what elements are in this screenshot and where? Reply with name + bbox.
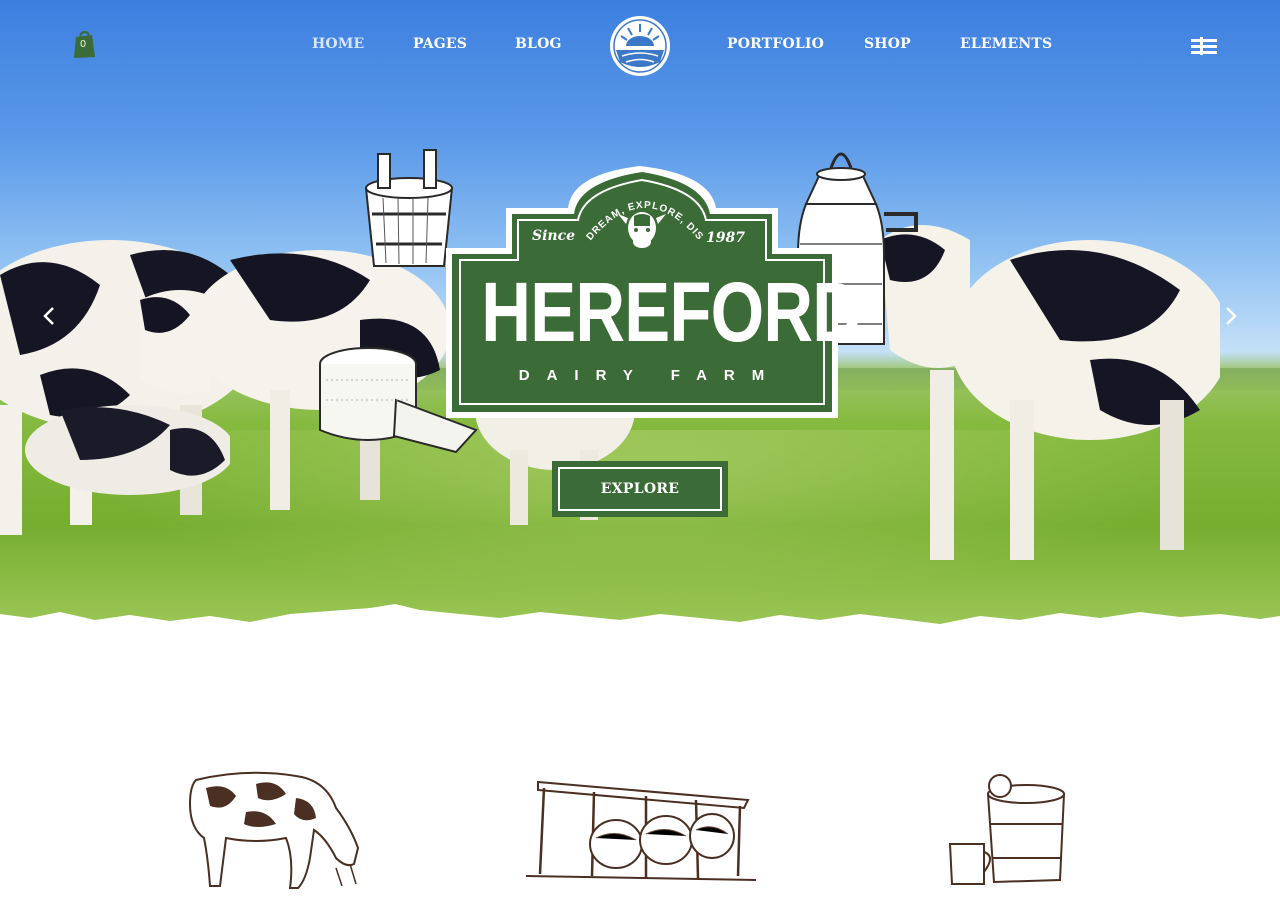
cart-count: 0 (79, 39, 87, 50)
svg-text:DREAM, EXPLORE, DISCOVER: DREAM, EXPLORE, DISCOVER (580, 182, 705, 243)
explore-button-label: EXPLORE (558, 467, 722, 511)
wooden-bucket-sketch (364, 149, 454, 267)
sun-field-logo-icon[interactable] (608, 14, 672, 78)
badge-title: HEREFORD (481, 265, 862, 359)
nav-item-shop[interactable]: SHOP (864, 36, 911, 52)
nav-item-portfolio[interactable]: PORTFOLIO (727, 36, 824, 52)
badge-motto-text: DREAM, EXPLORE, DISCOVER (580, 182, 704, 243)
main-navigation: 0 HOME PAGES BLOG PORTFOLIO SHOP ELEMENT… (0, 0, 1280, 92)
nav-item-elements[interactable]: ELEMENTS (960, 36, 1052, 52)
milk-pail-sketch (948, 774, 1066, 885)
nav-item-blog[interactable]: BLOG (515, 36, 562, 52)
badge-since: Since (532, 228, 576, 244)
shopping-bag-icon[interactable]: 0 (72, 30, 96, 59)
nav-item-pages[interactable]: PAGES (413, 36, 467, 52)
grazing-cow-sketch (188, 771, 360, 889)
menu-icon[interactable] (1191, 36, 1217, 56)
chevron-left-icon[interactable] (36, 302, 64, 330)
badge-year: 1987 (706, 230, 745, 246)
hay-shed-sketch (526, 780, 756, 881)
badge-subtitle: DAIRY FARM (518, 367, 782, 384)
torn-paper-edge (0, 604, 1280, 640)
chevron-right-icon[interactable] (1216, 302, 1244, 330)
nav-item-home[interactable]: HOME (312, 36, 364, 52)
hero-slider: DREAM, EXPLORE, DISCOVER Since 1987 HERE… (0, 0, 1280, 640)
explore-button[interactable]: EXPLORE (552, 461, 728, 517)
badge-motto: DREAM, EXPLORE, DISCOVER (580, 182, 705, 243)
